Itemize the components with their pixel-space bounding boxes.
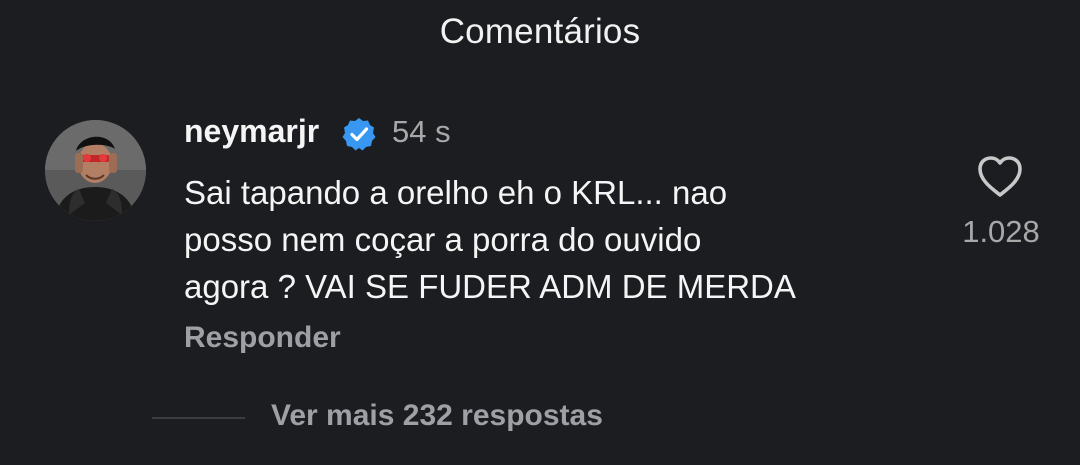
view-more-replies-button[interactable]: Ver mais 232 respostas <box>271 399 603 433</box>
avatar-image <box>45 120 146 221</box>
avatar[interactable] <box>45 120 146 221</box>
verified-badge-icon <box>341 116 377 152</box>
like-count: 1.028 <box>962 214 1040 249</box>
username[interactable]: neymarjr <box>184 113 319 150</box>
like-button[interactable] <box>976 154 1024 200</box>
timestamp: 54 s <box>392 114 451 149</box>
comment-line: Sai tapando a orelho eh o KRL... nao <box>184 174 728 211</box>
comment-text: Sai tapando a orelho eh o KRL... nao pos… <box>184 169 904 310</box>
comment-line: posso nem coçar a porra do ouvido <box>184 221 702 258</box>
comment-line: agora ? VAI SE FUDER ADM DE MERDA <box>184 268 796 305</box>
verified-badge-svg <box>342 118 376 151</box>
heart-outline-icon <box>978 156 1022 197</box>
page-title: Comentários <box>439 12 641 51</box>
reply-button[interactable]: Responder <box>184 321 341 355</box>
replies-divider <box>152 417 245 419</box>
